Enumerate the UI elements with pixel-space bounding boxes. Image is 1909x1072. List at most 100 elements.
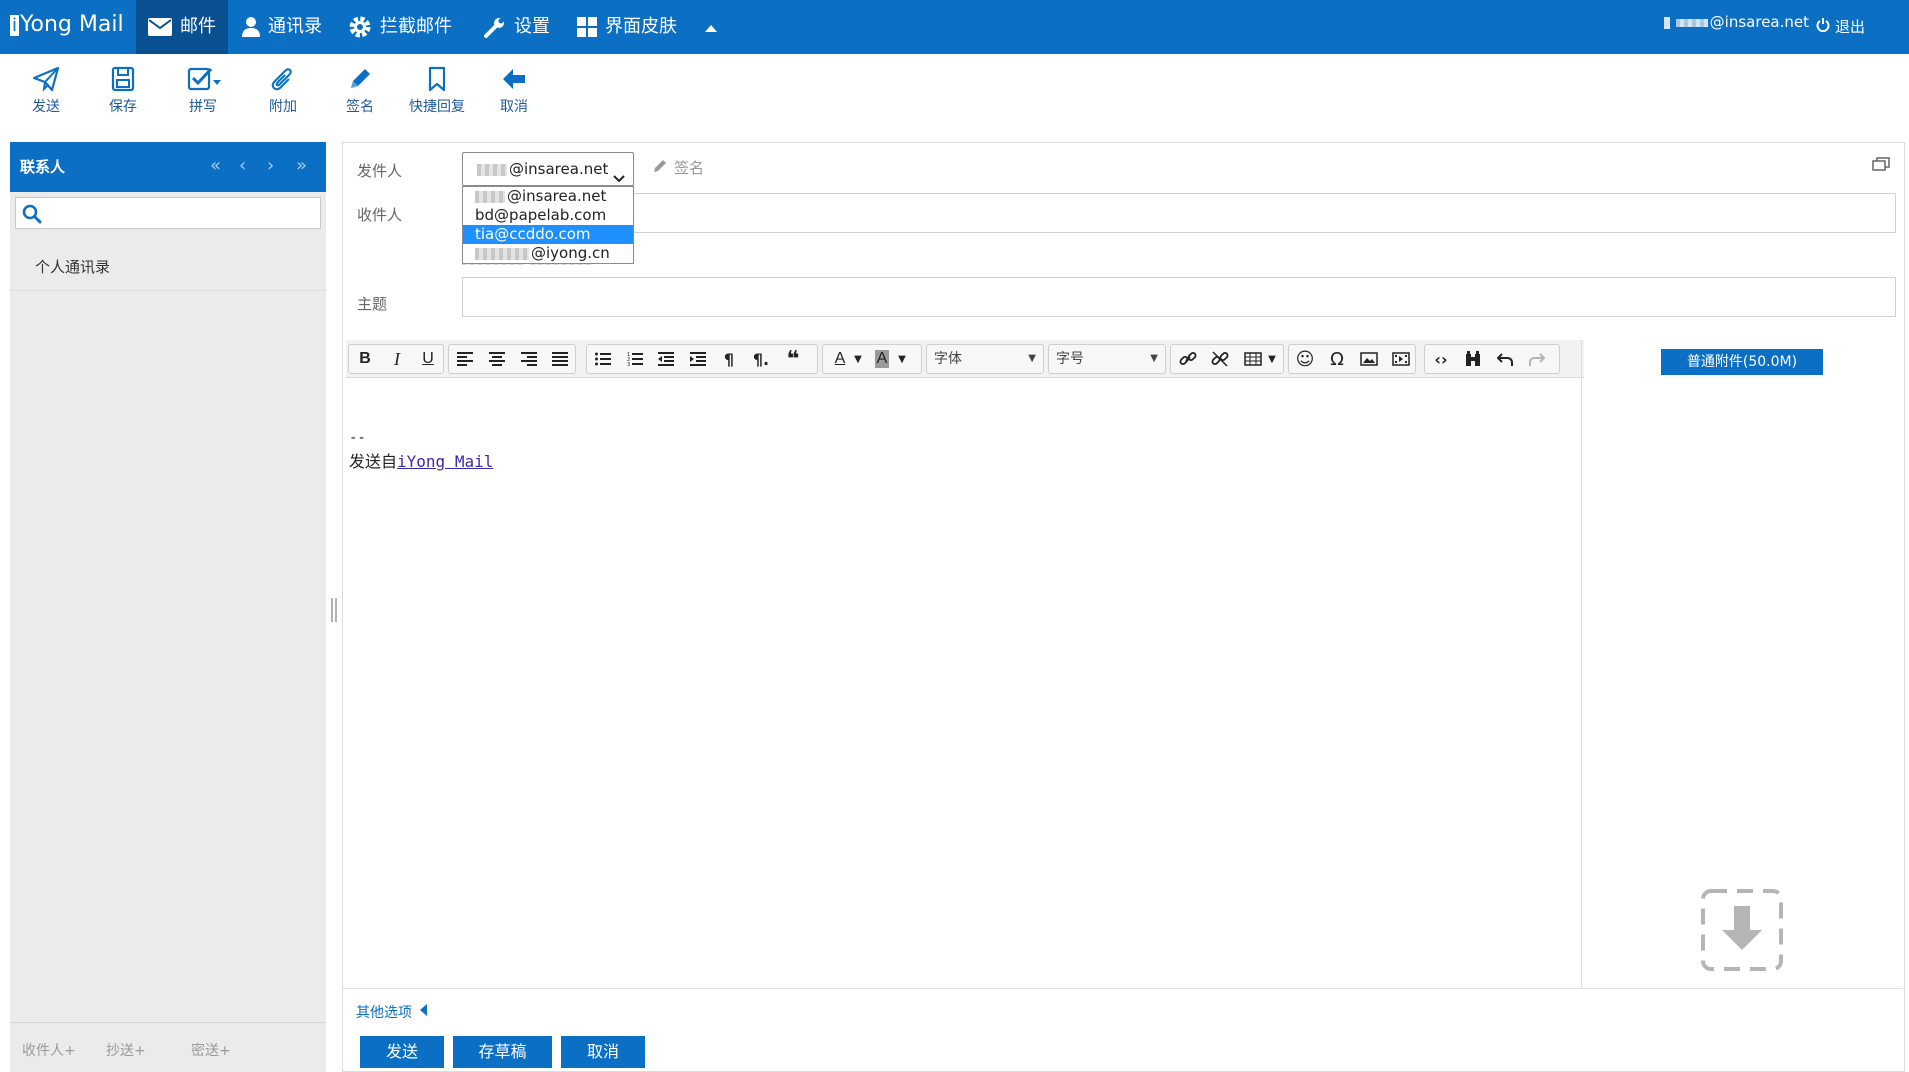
add-to-recipient-link[interactable]: 收件人+ (22, 1040, 76, 1060)
prev-page-icon[interactable]: ‹ (239, 142, 246, 192)
to-input[interactable] (462, 193, 1896, 233)
toolbar-quick-reply-button[interactable]: 快捷回复 (402, 62, 472, 122)
nav-skin[interactable]: 界面皮肤 (565, 0, 689, 54)
app-logo[interactable]: i Yong Mail (10, 0, 124, 54)
arrow-left-icon (479, 66, 549, 92)
send-button[interactable]: 发送 (360, 1036, 444, 1068)
font-family-select[interactable]: 字体 ▼ (926, 344, 1044, 374)
bullet-list-icon[interactable] (589, 344, 617, 374)
user-email-text: @insarea.net (1709, 13, 1809, 31)
attachment-button[interactable]: 普通附件(50.0M) (1661, 349, 1823, 375)
editor-attachment-divider (1581, 340, 1582, 988)
undo-icon[interactable] (1491, 344, 1519, 374)
other-options-toggle[interactable]: 其他选项 (356, 1002, 428, 1022)
collapse-caret-icon[interactable] (704, 18, 718, 37)
background-color-icon[interactable]: A (868, 344, 896, 374)
image-icon[interactable] (1355, 344, 1383, 374)
toolbar-spell-button[interactable]: 拼写 (168, 62, 238, 122)
first-page-icon[interactable]: « (210, 142, 221, 192)
caret-left-icon (420, 1004, 428, 1020)
nav-settings[interactable]: 设置 (472, 0, 562, 54)
maximize-icon[interactable] (1872, 156, 1890, 175)
paperclip-icon (248, 66, 318, 92)
check-square-icon (168, 66, 238, 92)
nav-skin-label: 界面皮肤 (605, 16, 677, 37)
outdent-icon[interactable] (652, 344, 680, 374)
link-icon[interactable] (1174, 344, 1202, 374)
insert-signature-link[interactable]: 签名 (652, 157, 704, 178)
from-dropdown-list[interactable]: @insarea.net bd@papelab.com tia@ccddo.co… (462, 186, 634, 264)
special-character-icon[interactable]: Ω (1323, 344, 1351, 374)
pencil-icon (325, 66, 395, 92)
bold-icon[interactable]: B (351, 344, 379, 374)
subject-label: 主题 (357, 295, 388, 313)
add-to-bcc-link[interactable]: 密送+ (191, 1040, 231, 1060)
underline-icon[interactable]: U (414, 344, 442, 374)
find-replace-icon[interactable] (1459, 344, 1487, 374)
to-label: 收件人 (357, 206, 403, 224)
from-option[interactable]: @insarea.net (463, 187, 633, 206)
toolbar-send-button[interactable]: 发送 (11, 62, 81, 122)
nav-contacts[interactable]: 通讯录 (230, 0, 334, 54)
chevron-down-icon[interactable]: ▼ (1264, 344, 1280, 374)
indent-icon[interactable] (684, 344, 712, 374)
cancel-button[interactable]: 取消 (561, 1036, 645, 1068)
align-right-icon[interactable] (515, 344, 543, 374)
video-icon[interactable] (1387, 344, 1415, 374)
panel-resize-handle[interactable] (331, 598, 337, 622)
logout-button[interactable]: 退出 (1816, 0, 1865, 54)
redo-icon[interactable] (1523, 344, 1551, 374)
add-to-cc-link[interactable]: 抄送+ (106, 1040, 146, 1060)
from-option[interactable]: bd@papelab.com (463, 206, 633, 225)
align-center-icon[interactable] (483, 344, 511, 374)
from-option-selected[interactable]: tia@ccddo.com (463, 225, 633, 244)
paragraph-rtl-icon[interactable]: ¶. (747, 344, 775, 374)
toolbar-attach-button[interactable]: 附加 (248, 62, 318, 122)
chevron-down-icon[interactable]: ▼ (894, 344, 910, 374)
editor-toolbar: B I U 123 ¶ ¶. ❝ A ▼ A ▼ 字体 ▼ 字号 ▼ ▼ ☺ Ω ‹… (346, 340, 1584, 378)
paragraph-ltr-icon[interactable]: ¶ (715, 344, 743, 374)
logout-label: 退出 (1834, 18, 1865, 36)
sidebar-bottom-divider (10, 1022, 326, 1023)
search-icon (22, 204, 42, 228)
nav-blocked-mail[interactable]: 拦截邮件 (336, 0, 464, 54)
last-page-icon[interactable]: » (296, 142, 307, 192)
wrench-icon (484, 16, 506, 38)
user-account[interactable]: @insarea.net (1663, 0, 1809, 54)
italic-icon[interactable]: I (383, 344, 411, 374)
unlink-icon[interactable] (1206, 344, 1234, 374)
from-select[interactable]: @insarea.net (462, 152, 634, 186)
toolbar-cancel-label: 取消 (500, 99, 528, 115)
toolbar-send-label: 发送 (32, 99, 60, 115)
font-size-select[interactable]: 字号 ▼ (1048, 344, 1166, 374)
drop-zone-download-icon[interactable] (1700, 888, 1784, 976)
align-left-icon[interactable] (451, 344, 479, 374)
toolbar-cancel-button[interactable]: 取消 (479, 62, 549, 122)
envelope-icon (148, 18, 172, 36)
save-draft-button[interactable]: 存草稿 (453, 1036, 552, 1068)
numbered-list-icon[interactable]: 123 (621, 344, 649, 374)
nav-mail[interactable]: 邮件 (136, 0, 228, 54)
personal-address-book[interactable]: 个人通讯录 (35, 256, 110, 277)
blockquote-icon[interactable]: ❝ (779, 344, 807, 374)
toolbar-save-button[interactable]: 保存 (88, 62, 158, 122)
grid-icon (577, 17, 597, 37)
logo-text: Yong Mail (20, 12, 124, 37)
emoji-icon[interactable]: ☺ (1291, 344, 1319, 374)
toolbar-spell-label: 拼写 (189, 99, 217, 115)
subject-input[interactable] (462, 277, 1896, 317)
toolbar-signature-button[interactable]: 签名 (325, 62, 395, 122)
gear-icon (348, 15, 372, 39)
toolbar-signature-label: 签名 (346, 99, 374, 115)
from-option[interactable]: @iyong.cn (463, 244, 633, 263)
chevron-down-icon[interactable]: ▼ (850, 344, 866, 374)
editor-body[interactable] (346, 378, 1581, 988)
signature-link[interactable]: iYong Mail (397, 452, 493, 471)
source-code-icon[interactable]: ‹› (1427, 344, 1455, 374)
align-justify-icon[interactable] (546, 344, 574, 374)
next-page-icon[interactable]: › (267, 142, 274, 192)
paper-plane-icon (11, 66, 81, 92)
table-icon[interactable] (1239, 344, 1267, 374)
toolbar-attach-label: 附加 (269, 99, 297, 115)
contact-search-input[interactable] (15, 197, 321, 229)
